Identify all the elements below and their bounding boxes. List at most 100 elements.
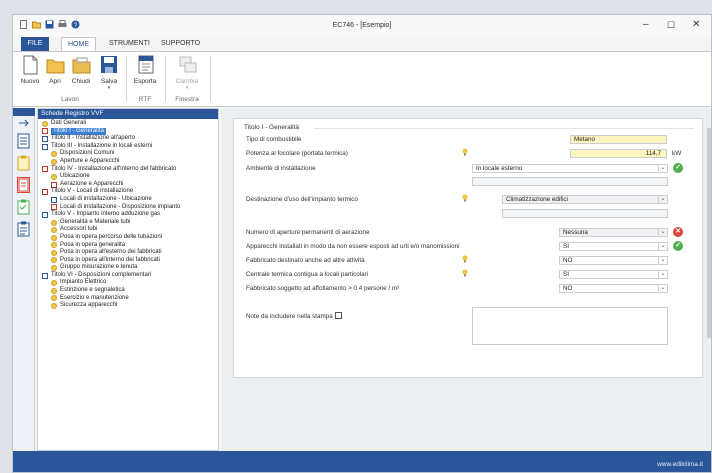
report-red-icon[interactable] [17,177,30,193]
tree-node[interactable]: Gruppo misurazione e tenuta [38,264,218,272]
tree-node[interactable]: Disposizioni Comuni [38,150,218,158]
destinazione-select[interactable]: Climatizzazione edifici ⌄ [502,195,668,204]
leaf-node-icon [51,242,57,249]
tree-node[interactable]: Ubicazione [38,173,218,181]
group-label-finestra: Finestra [175,96,199,103]
tab-strumenti[interactable]: STRUMENTI [103,37,156,51]
tree-node-label: Locali di installazione - Ubicazione [60,195,152,202]
tree-node[interactable]: Sicurezza apparecchi [38,302,218,310]
tree-node[interactable]: Posa in opera percorso delle tubazioni [38,234,218,242]
minimize-icon[interactable]: – [643,19,649,30]
tipo-combustibile-field[interactable]: Metano [570,135,667,144]
tree-node-label: Titolo VI - Disposizioni complementari [51,271,152,278]
tree-node-label: Generalità e Materiale tubi [60,218,131,225]
tree-node[interactable]: Aerazione e Apparecchi [38,181,218,189]
fabbricato-select[interactable]: NO ⌄ [559,256,668,265]
leaf-node-icon [51,249,57,256]
aperture-select[interactable]: Nessuna ⌄ [559,228,668,237]
note-checkbox[interactable] [335,312,342,319]
tree-list: Dati Generali Titolo I - Generalità Titolo… [38,119,218,310]
tree-node[interactable]: Titolo II - Installazione all'aperto [38,135,218,143]
ribbon-separator [165,56,166,102]
tab-supporto[interactable]: SUPPORTO [155,37,206,51]
note-textarea[interactable] [472,307,668,345]
tree-node[interactable]: Impianto Elettrico [38,279,218,287]
fabbricato-label: Fabbricato destinato anche ad altre atti… [246,257,365,264]
tab-file[interactable]: FILE [21,37,49,51]
ambiente-extra-field[interactable] [472,177,668,186]
chiudi-button[interactable]: Chiudi [69,55,93,85]
tree-node[interactable]: Generalità e Materiale tubi [38,219,218,227]
website-link[interactable]: www.edilclima.it [657,461,703,468]
tree-node-label: Impianto Elettrico [60,279,107,286]
leaf-node-icon [51,234,57,241]
scrollbar-thumb[interactable] [707,128,711,338]
clipboard-icon[interactable] [17,155,30,171]
document-node-icon [51,204,57,211]
title-bar: ? EC746 - [Esempio] – ☐ ✕ [13,15,711,37]
tree-node[interactable]: Accessori tubi [38,226,218,234]
tree-node-label: Accessori tubi [60,226,98,233]
apparecchi-select[interactable]: SI ⌄ [559,242,668,251]
tree-node-label: Posa in opera all'esterno dei fabbricati [60,249,162,256]
potenza-field[interactable]: 114,7 [570,149,667,158]
tree-node[interactable]: Aperture e Apparecchi [38,158,218,166]
lightbulb-icon[interactable] [462,194,468,202]
apri-button[interactable]: Apri [44,55,66,85]
tree-node[interactable]: Estinzione e segnaletica [38,287,218,295]
potenza-unit: kW [672,150,682,157]
potenza-label: Potenza al focolare (portata termica) [246,150,348,157]
destinazione-extra-field[interactable] [502,209,668,218]
chevron-down-icon: ⌄ [658,271,667,278]
list-blue-icon[interactable] [17,221,30,237]
tree-node[interactable]: Posa in opera all'esterno dei fabbricati [38,249,218,257]
tab-home[interactable]: HOME [61,37,96,51]
check-ok-icon: ✓ [673,241,683,251]
tree-node[interactable]: Posa in opera all'interno dei fabbricati [38,257,218,265]
status-bar: www.edilclima.it [13,451,711,472]
tree-node[interactable]: Locali di installazione - Ubicazione [38,196,218,204]
tree-node[interactable]: Dati Generali [38,120,218,128]
leaf-node-icon [51,173,57,180]
leaf-node-icon [51,287,57,294]
tree-node[interactable]: Titolo IV - Installazione all'interno de… [38,166,218,174]
tree-node[interactable]: Locali di installazione - Disposizione i… [38,204,218,212]
tree-node[interactable]: Titolo III - Installazione in locali est… [38,143,218,151]
tree-node-label: Locali di installazione - Disposizione i… [60,203,181,210]
chevron-down-icon: ⌄ [658,165,667,172]
form-card: Titolo I - Generalità Tipo di combustibi… [233,118,703,378]
tree-node[interactable]: Esercizio e manutenzione [38,295,218,303]
leaf-node-icon [51,303,57,310]
checklist-green-icon[interactable] [17,199,30,215]
lightbulb-icon[interactable] [462,148,468,156]
tree-node[interactable]: Titolo I - Generalità [38,127,218,136]
document-node-icon [42,166,48,173]
tree-node-label: Sicurezza apparecchi [60,302,118,309]
salva-button[interactable]: Salva ▾ [97,55,121,91]
document-node-icon [51,196,57,203]
pin-icon[interactable] [17,118,30,128]
apparecchi-label: Apparecchi installati in modo da non ess… [246,243,460,250]
lightbulb-icon[interactable] [462,255,468,263]
lightbulb-icon[interactable] [462,269,468,277]
document-icon[interactable] [17,133,30,149]
maximize-icon[interactable]: ☐ [667,20,675,31]
leaf-node-icon [51,295,57,302]
esporta-button[interactable]: Esporta [131,55,159,85]
window-title: EC746 - [Esempio] [332,22,392,29]
centrale-select[interactable]: SI ⌄ [559,270,668,279]
note-label: Note da includere nella stampa [246,313,333,320]
tree-node-label: Ubicazione [60,173,90,180]
tree-node[interactable]: Posa in opera generalità [38,242,218,250]
nuovo-button[interactable]: Nuovo [19,55,41,85]
vertical-scrollbar[interactable] [706,118,711,438]
tree-node[interactable]: Titolo V - Locali di installazione [38,188,218,196]
tree-node[interactable]: Titolo V - Impianto interno adduzione ga… [38,211,218,219]
affollamento-select[interactable]: NO ⌄ [559,284,668,293]
tree-node[interactable]: Titolo VI - Disposizioni complementari [38,272,218,280]
ribbon-separator [126,56,127,102]
ambiente-select[interactable]: In locale esterno ⌄ [472,164,668,173]
cambia-button[interactable]: Cambia ▾ [173,55,201,91]
leaf-node-icon [42,120,48,127]
close-icon[interactable]: ✕ [692,19,700,30]
